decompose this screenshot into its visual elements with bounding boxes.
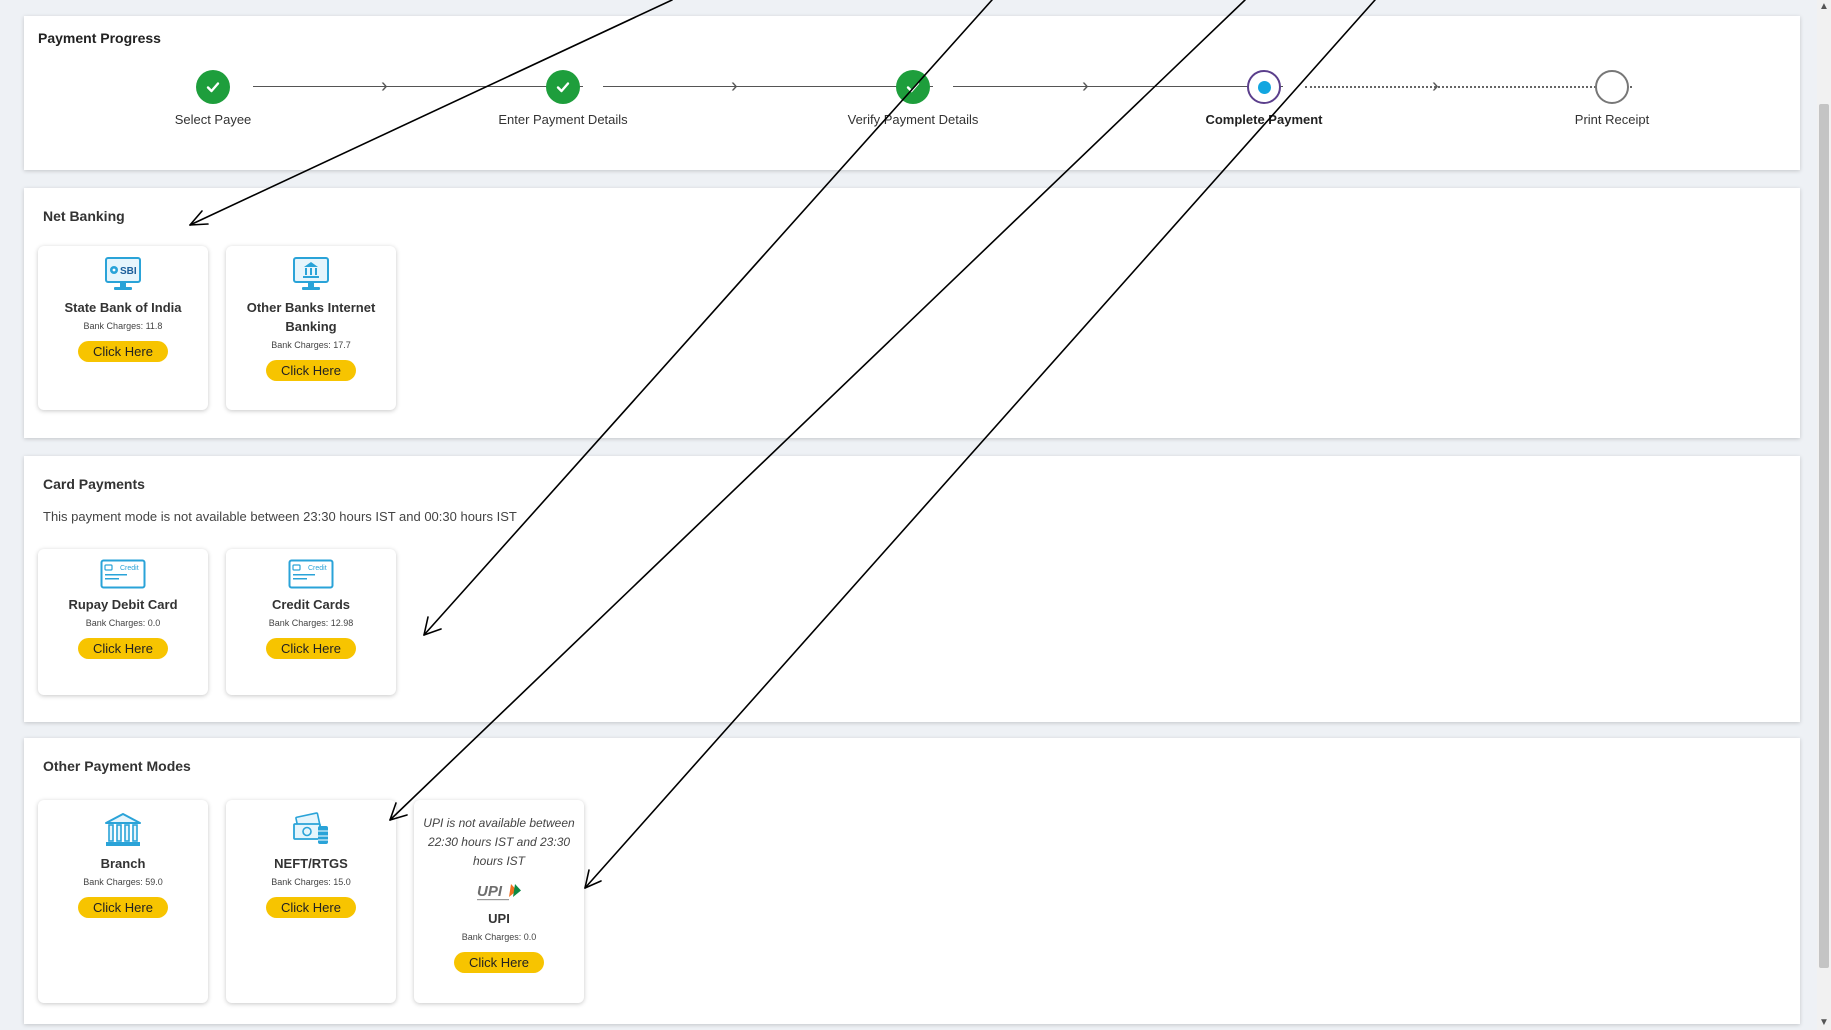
other-payment-modes-section: Other Payment Modes Branch Bank Charges:… [24, 738, 1800, 1024]
check-icon [546, 70, 580, 104]
card-name: UPI [488, 911, 510, 926]
bank-charges: Bank Charges: 0.0 [461, 932, 537, 942]
chevron-right-icon: › [1432, 75, 1439, 97]
card-payments-section: Card Payments This payment mode is not a… [24, 456, 1800, 722]
svg-text:Credit: Credit [120, 565, 139, 572]
click-here-button[interactable]: Click Here [266, 638, 356, 659]
step-label: Verify Payment Details [847, 112, 979, 127]
net-banking-title: Net Banking [43, 208, 125, 224]
step-complete-payment: Complete Payment [1144, 70, 1384, 127]
svg-text:SBI: SBI [120, 266, 137, 277]
net-banking-section: Net Banking SBI State Bank of India Bank… [24, 188, 1800, 438]
check-icon [196, 70, 230, 104]
bank-charges: Bank Charges: 59.0 [83, 877, 163, 887]
click-here-button[interactable]: Click Here [266, 897, 356, 918]
credit-card-icon: Credit [288, 559, 334, 589]
bank-charges: Bank Charges: 0.0 [85, 618, 161, 628]
card-name: Credit Cards [271, 597, 351, 612]
credit-card-icon: Credit [100, 559, 146, 589]
payment-card-upi[interactable]: UPI is not available between 22:30 hours… [414, 800, 584, 1003]
step-print-receipt: Print Receipt [1492, 70, 1732, 127]
current-step-icon [1247, 70, 1281, 104]
payment-card-rupay-debit[interactable]: Credit Rupay Debit Card Bank Charges: 0.… [38, 549, 208, 695]
bank-charges: Bank Charges: 15.0 [271, 877, 351, 887]
bank-charges: Bank Charges: 12.98 [268, 618, 354, 628]
click-here-button[interactable]: Click Here [454, 952, 544, 973]
card-name: NEFT/RTGS [274, 856, 348, 871]
scroll-up-icon[interactable]: ▲ [1817, 0, 1831, 14]
payment-progress-title: Payment Progress [38, 30, 161, 46]
bank-charges: Bank Charges: 11.8 [83, 321, 163, 331]
check-icon [896, 70, 930, 104]
sbi-monitor-icon: SBI [105, 257, 141, 290]
click-here-button[interactable]: Click Here [78, 638, 168, 659]
payment-card-sbi[interactable]: SBI State Bank of India Bank Charges: 11… [38, 246, 208, 410]
upi-logo-icon: UPI [477, 883, 521, 901]
vertical-scrollbar[interactable]: ▲ ▼ [1817, 0, 1831, 1030]
svg-text:UPI: UPI [477, 883, 503, 900]
other-payment-modes-title: Other Payment Modes [43, 758, 191, 774]
payment-card-other-banks[interactable]: Other Banks Internet Banking Bank Charge… [226, 246, 396, 410]
svg-text:Credit: Credit [308, 565, 327, 572]
step-label: Select Payee [174, 112, 252, 127]
cash-stack-icon [293, 812, 328, 844]
step-enter-payment-details: Enter Payment Details [443, 70, 683, 127]
empty-circle-icon [1595, 70, 1629, 104]
card-name: Branch [100, 856, 146, 871]
scroll-down-icon[interactable]: ▼ [1817, 1016, 1831, 1030]
bank-monitor-icon [293, 257, 329, 290]
step-label: Enter Payment Details [498, 112, 628, 127]
step-label: Print Receipt [1574, 112, 1650, 127]
card-name: Other Banks Internet Banking [246, 300, 376, 334]
payment-card-credit-cards[interactable]: Credit Credit Cards Bank Charges: 12.98 … [226, 549, 396, 695]
step-label: Complete Payment [1205, 112, 1323, 127]
click-here-button[interactable]: Click Here [266, 360, 356, 381]
step-verify-payment-details: Verify Payment Details [793, 70, 1033, 127]
bank-building-icon [105, 813, 141, 846]
card-name: State Bank of India [64, 300, 182, 315]
click-here-button[interactable]: Click Here [78, 341, 168, 362]
availability-notice: This payment mode is not available betwe… [43, 509, 517, 524]
upi-availability-note: UPI is not available between 22:30 hours… [423, 816, 575, 868]
scrollbar-thumb[interactable] [1819, 104, 1829, 968]
chevron-right-icon: › [731, 75, 738, 97]
click-here-button[interactable]: Click Here [78, 897, 168, 918]
card-name: Rupay Debit Card [68, 597, 178, 612]
payment-progress-panel: Payment Progress › › › › Select Payee En… [24, 16, 1800, 170]
chevron-right-icon: › [381, 75, 388, 97]
step-select-payee: Select Payee [93, 70, 333, 127]
payment-card-branch[interactable]: Branch Bank Charges: 59.0 Click Here [38, 800, 208, 1003]
chevron-right-icon: › [1082, 75, 1089, 97]
payment-card-neft-rtgs[interactable]: NEFT/RTGS Bank Charges: 15.0 Click Here [226, 800, 396, 1003]
card-payments-title: Card Payments [43, 476, 145, 492]
bank-charges: Bank Charges: 17.7 [271, 340, 351, 350]
